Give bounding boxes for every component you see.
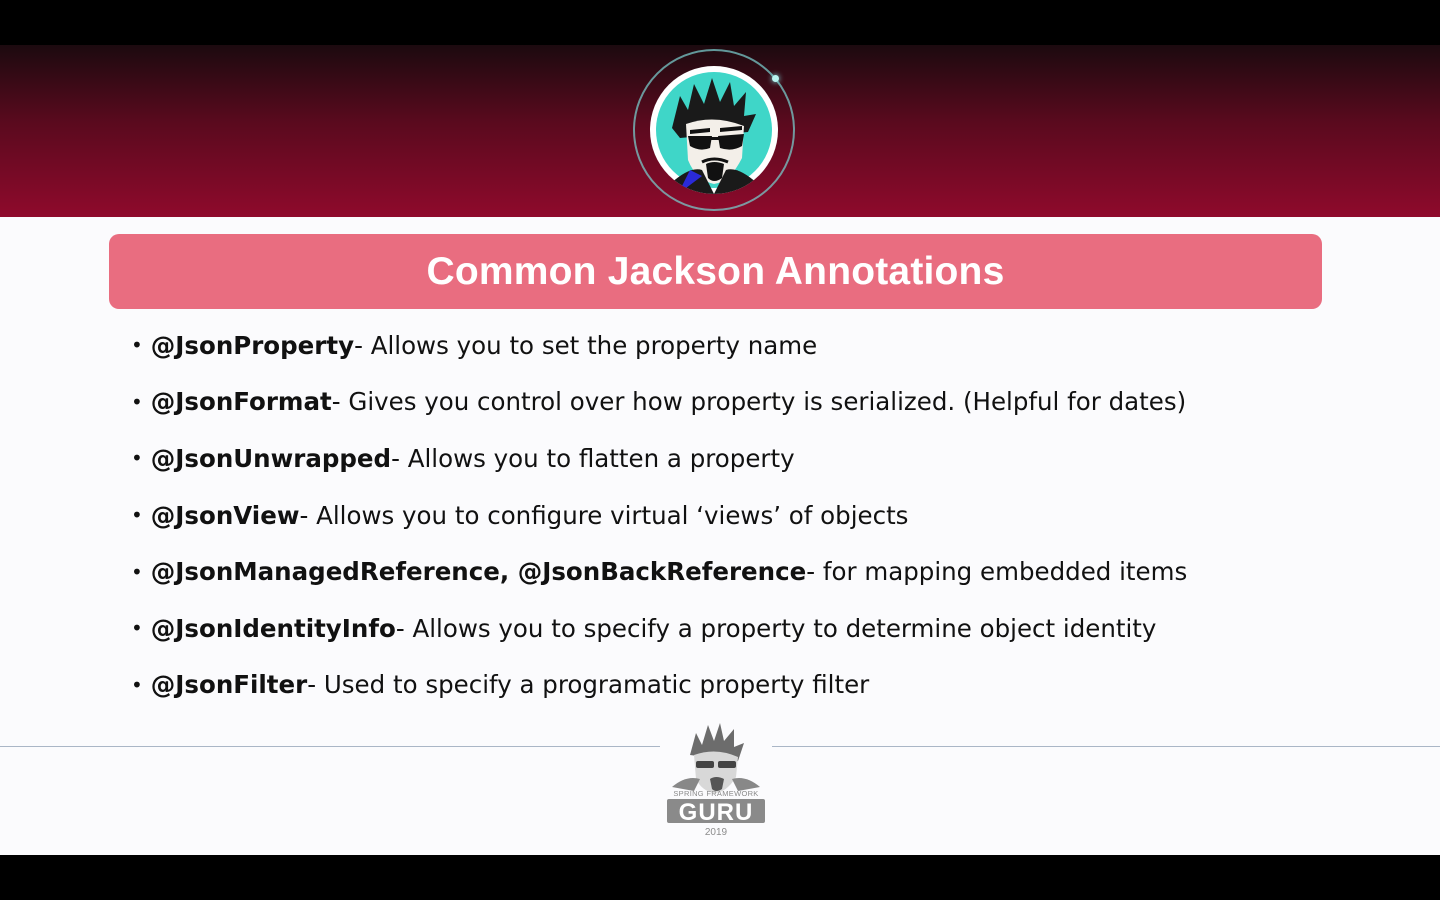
bullet-dot: • [131, 446, 143, 471]
annotation-description: - Allows you to configure virtual ‘views… [299, 500, 909, 530]
list-item: • @JsonIdentityInfo - Allows you to spec… [131, 600, 1311, 657]
annotation-description: - Gives you control over how property is… [331, 387, 1187, 417]
letterbox-bottom [0, 855, 1440, 900]
title-bar: Common Jackson Annotations [109, 234, 1322, 309]
logo-year: 2019 [704, 827, 728, 838]
annotation-name: @JsonManagedReference, @JsonBackReferenc… [150, 557, 807, 587]
list-item: • @JsonFormat - Gives you control over h… [131, 374, 1311, 431]
annotation-name: @JsonIdentityInfo [150, 613, 396, 643]
annotation-description: - Allows you to flatten a property [391, 443, 795, 473]
logo-large-text: GURU [679, 799, 754, 825]
bullet-dot: • [131, 616, 143, 641]
annotation-name: @JsonProperty [150, 330, 355, 360]
list-item: • @JsonView - Allows you to configure vi… [131, 487, 1311, 544]
slide: Common Jackson Annotations • @JsonProper… [0, 45, 1440, 855]
spring-framework-guru-logo: SPRING FRAMEWORK GURU 2019 [664, 721, 768, 847]
guru-logo-icon: SPRING FRAMEWORK GURU [664, 721, 768, 825]
annotation-name: @JsonView [150, 500, 300, 530]
guru-avatar-icon [650, 66, 778, 194]
list-item: • @JsonUnwrapped - Allows you to flatten… [131, 430, 1311, 487]
list-item: • @JsonFilter - Used to specify a progra… [131, 657, 1311, 714]
bullet-dot: • [131, 672, 143, 697]
letterbox-top [0, 0, 1440, 45]
list-item: • @JsonProperty - Allows you to set the … [131, 317, 1311, 374]
bullet-dot: • [131, 559, 143, 584]
annotation-description: - for mapping embedded items [806, 557, 1188, 587]
slide-title: Common Jackson Annotations [426, 249, 1005, 293]
bullet-dot: • [131, 333, 143, 358]
logo-small-text: SPRING FRAMEWORK [673, 789, 758, 798]
footer-divider-right [772, 746, 1440, 747]
bullet-dot: • [131, 503, 143, 528]
annotation-description: - Allows you to set the property name [354, 330, 818, 360]
annotation-name: @JsonFilter [150, 670, 308, 700]
annotation-name: @JsonUnwrapped [150, 443, 392, 473]
annotation-description: - Allows you to specify a property to de… [395, 613, 1157, 643]
footer-divider-left [0, 746, 660, 747]
list-item: • @JsonManagedReference, @JsonBackRefere… [131, 543, 1311, 600]
bullet-dot: • [131, 389, 143, 414]
annotation-list: • @JsonProperty - Allows you to set the … [131, 317, 1311, 713]
annotation-description: - Used to specify a programatic property… [307, 670, 870, 700]
annotation-name: @JsonFormat [150, 387, 332, 417]
